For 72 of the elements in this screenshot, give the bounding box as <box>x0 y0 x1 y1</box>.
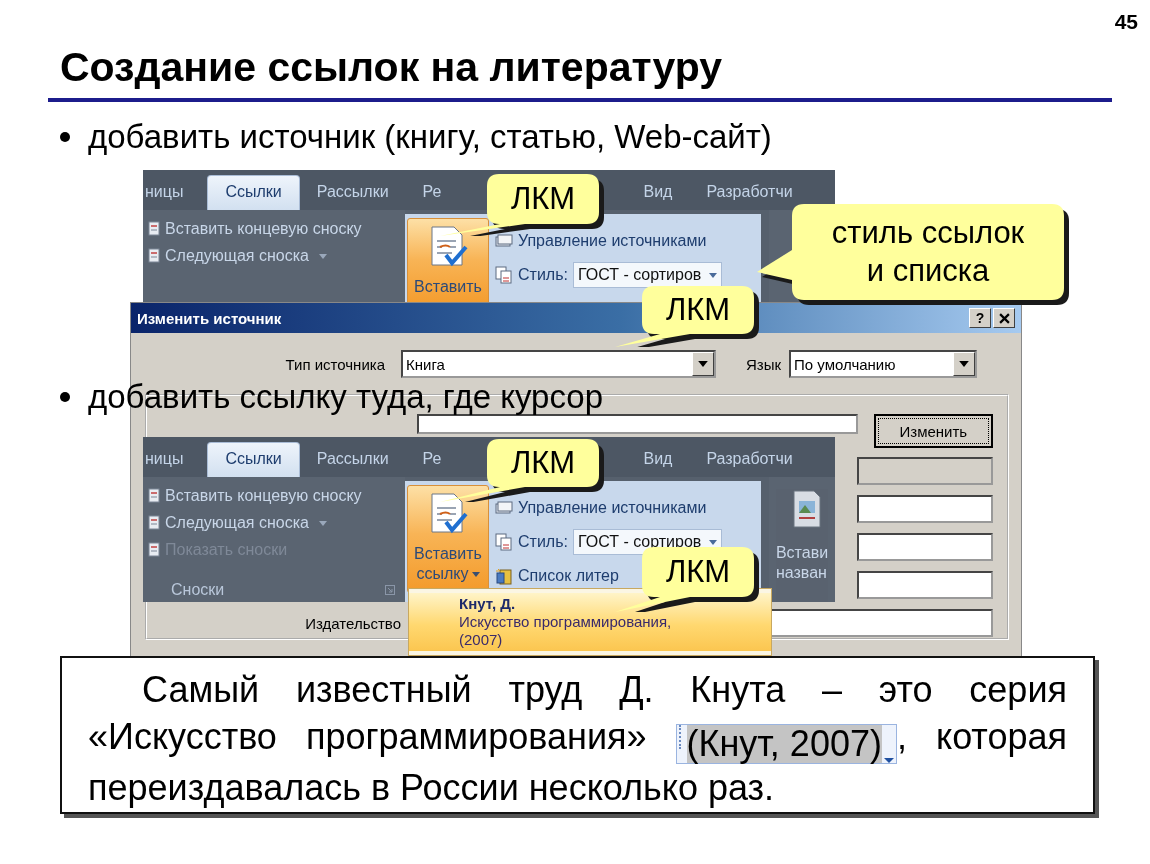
style-label: Стиль: <box>518 266 568 284</box>
author-field[interactable] <box>417 414 858 434</box>
text-field[interactable] <box>857 495 993 523</box>
text-field[interactable] <box>857 533 993 561</box>
bullet-icon <box>60 392 70 402</box>
footnote-icon <box>147 221 161 237</box>
ribbon-tab[interactable]: ницы <box>143 176 208 210</box>
bibliography-icon <box>495 567 513 585</box>
text-field[interactable] <box>857 571 993 599</box>
ribbon-tab[interactable]: Ре <box>405 443 459 477</box>
ribbon-command[interactable]: Управление источниками <box>518 499 707 517</box>
ribbon-command[interactable]: Вставить концевую сноску <box>165 487 362 505</box>
close-icon <box>998 312 1010 324</box>
citation-field[interactable]: (Кнут, 2007) <box>675 724 897 764</box>
style-icon <box>495 266 513 284</box>
caret-icon <box>471 571 480 577</box>
ribbon-tab[interactable]: Рассылки <box>299 176 406 210</box>
ribbon-tab[interactable]: Вид <box>626 443 690 477</box>
ribbon-command[interactable]: Следующая сноска <box>165 514 309 532</box>
paragraph: Самый известный труд Д. Кнута – это серия «Искусство программирования» (Кнут, 2007) , которая переиздавалась в России несколько раз. <box>88 668 1067 810</box>
slide-title: Создание ссылок на литературу <box>60 43 723 92</box>
close-button[interactable] <box>993 308 1015 328</box>
edit-button[interactable]: Изменить <box>873 414 993 448</box>
sources-icon <box>495 232 513 250</box>
caret-icon <box>959 361 970 367</box>
bullet-text: добавить ссылку туда, где курсор <box>88 378 604 416</box>
style-dropdown[interactable]: ГОСТ - сортиров <box>572 262 723 288</box>
source-type-dropdown[interactable]: Книга <box>401 350 716 378</box>
callout-label: стиль ссылок и списка <box>830 214 1026 290</box>
callout-label: ЛКМ <box>510 444 576 482</box>
group-label: Сноски <box>171 581 225 599</box>
document-check-icon <box>431 226 468 267</box>
picture-document-icon <box>793 490 821 528</box>
ribbon-tab[interactable]: ницы <box>143 443 208 477</box>
page-number: 45 <box>1114 10 1138 34</box>
callout-label: ЛКМ <box>665 553 731 591</box>
field-label: Язык <box>746 355 782 373</box>
ribbon-tab[interactable]: Рассылки <box>299 443 406 477</box>
callout-label: ЛКМ <box>665 291 731 329</box>
caret-icon <box>698 361 708 367</box>
document-check-icon <box>431 493 468 534</box>
field-label: Тип источника <box>284 355 386 373</box>
caret-icon <box>709 539 718 545</box>
footnote-icon <box>147 515 161 531</box>
ribbon-tab[interactable]: Ре <box>405 176 459 210</box>
ribbon-tab[interactable]: Вид <box>626 176 690 210</box>
insert-citation-button[interactable]: Вставить <box>407 218 489 302</box>
dialog-title: Изменить источник <box>137 309 282 327</box>
language-dropdown[interactable]: По умолчанию <box>789 350 978 378</box>
menu-item[interactable]: Кнут, Д. Искусство программирования, (2007) <box>409 593 771 651</box>
caret-icon <box>709 272 718 278</box>
ribbon-tab[interactable]: Ссылки <box>207 175 300 210</box>
style-icon <box>495 533 513 551</box>
text-field[interactable] <box>857 457 993 485</box>
ribbon-command[interactable]: Следующая сноска <box>165 247 309 265</box>
help-button[interactable]: ? <box>969 308 991 328</box>
footnote-icon <box>147 542 161 558</box>
bullet-text: добавить источник (книгу, статью, Web-сайт) <box>88 118 772 156</box>
footnote-icon <box>147 248 161 264</box>
ribbon-command[interactable]: Управление источниками <box>518 232 707 250</box>
sources-icon <box>495 499 513 517</box>
field-label: Издательство <box>305 614 401 632</box>
insert-citation-button[interactable]: Вставить ссылку <box>407 485 489 593</box>
ribbon-command[interactable]: Список литер <box>518 567 619 585</box>
callout-label: ЛКМ <box>510 180 576 218</box>
ribbon-tab[interactable]: Разработчи <box>689 176 810 210</box>
ribbon-tab[interactable]: Разработчи <box>689 443 810 477</box>
ribbon-tab[interactable]: Ссылки <box>207 442 300 477</box>
style-label: Стиль: <box>518 533 568 551</box>
bullet-icon <box>60 132 70 142</box>
footnote-icon <box>147 488 161 504</box>
ribbon-command[interactable]: Вставить концевую сноску <box>165 220 362 238</box>
